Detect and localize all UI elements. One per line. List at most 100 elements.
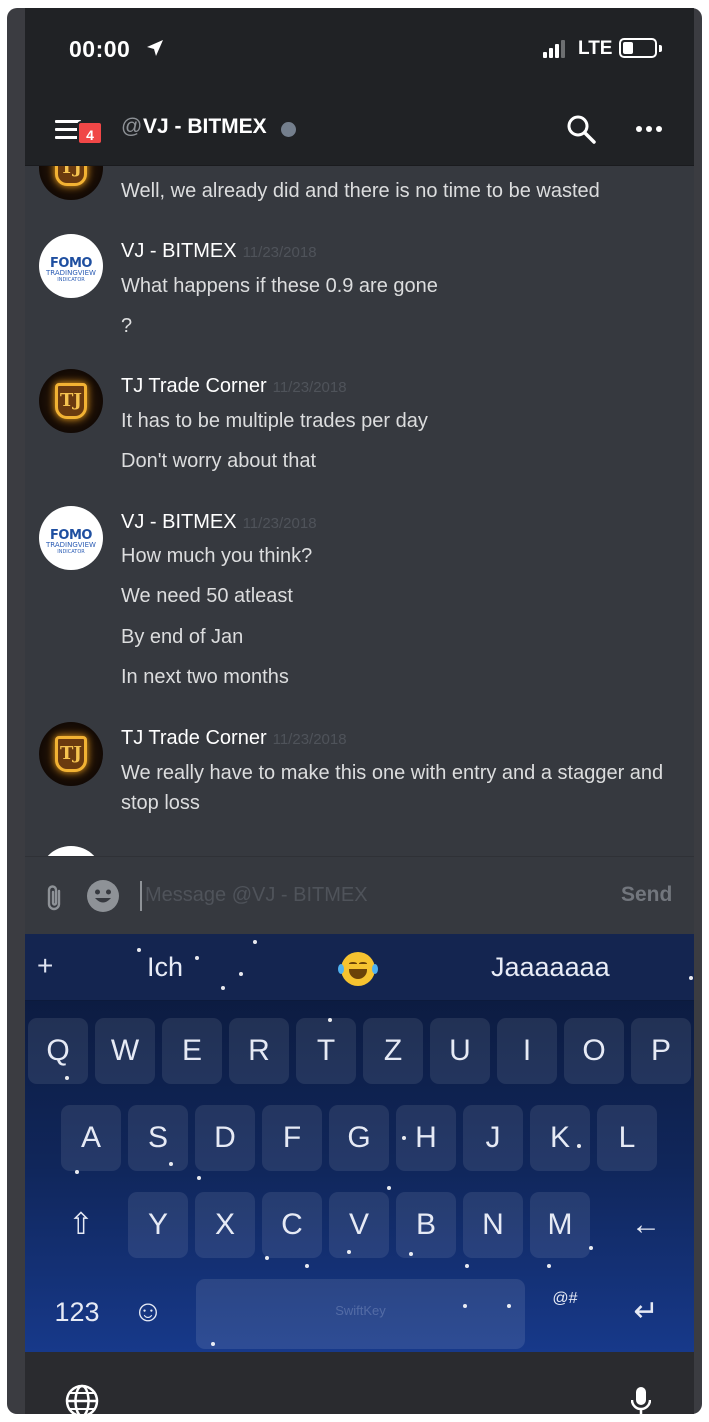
- suggestion-item[interactable]: Ich: [147, 952, 183, 983]
- search-icon[interactable]: [566, 114, 596, 144]
- avatar[interactable]: FOMO TRADINGVIEW INDICATOR: [39, 234, 103, 298]
- keyboard-star: [577, 1144, 581, 1148]
- key-c[interactable]: C: [262, 1192, 322, 1258]
- toolbar-plus-icon[interactable]: +: [37, 950, 53, 982]
- message-text: How much you think?: [121, 545, 313, 567]
- avatar[interactable]: TJ: [39, 369, 103, 433]
- at-symbol: @: [121, 115, 143, 138]
- message-text: Well, we already did and there is no tim…: [121, 180, 600, 202]
- keyboard-bottom-bar: [25, 1352, 694, 1414]
- message-author[interactable]: VJ - BITMEX 11/23/2018: [121, 240, 317, 263]
- keyboard-star: [239, 972, 243, 976]
- key-m[interactable]: M: [530, 1192, 590, 1258]
- message-text: Don't worry about that: [121, 450, 317, 472]
- avatar[interactable]: FOMO TRADINGVIEW INDICATOR: [39, 506, 103, 570]
- key-j[interactable]: J: [463, 1105, 523, 1171]
- channel-header: 4 @ VJ - BITMEX: [25, 94, 694, 166]
- message-text: We need 50 atleast: [121, 585, 293, 607]
- keyboard-star: [197, 1176, 201, 1180]
- shift-key[interactable]: ⇧: [51, 1192, 111, 1258]
- keyboard-star: [169, 1162, 173, 1166]
- enter-key[interactable]: ↵: [616, 1279, 676, 1345]
- microphone-icon[interactable]: [631, 1386, 651, 1414]
- status-time: 00:00: [69, 36, 131, 62]
- keyboard-star: [465, 1264, 469, 1268]
- message-timestamp: 11/23/2018: [242, 515, 317, 532]
- keyboard-star: [221, 986, 225, 990]
- message-timestamp: 11/23/2018: [242, 244, 317, 261]
- key-n[interactable]: N: [463, 1192, 523, 1258]
- dm-channel-name[interactable]: VJ - BITMEX: [143, 115, 267, 139]
- key-a[interactable]: A: [61, 1105, 121, 1171]
- message-author[interactable]: TJ Trade Corner 11/23/2018: [121, 727, 347, 750]
- message-input[interactable]: [145, 877, 615, 913]
- space-bar[interactable]: SwiftKey: [196, 1279, 525, 1349]
- key-u[interactable]: U: [430, 1018, 490, 1084]
- keyboard-star: [402, 1136, 406, 1140]
- more-options-icon[interactable]: [636, 126, 664, 134]
- emoji-picker-icon[interactable]: [86, 879, 120, 913]
- avatar[interactable]: TJ: [39, 166, 103, 200]
- author-name[interactable]: VJ - BITMEX: [121, 240, 237, 262]
- message-text: We really have to make this one with ent…: [121, 762, 664, 814]
- keyboard-star: [253, 940, 257, 944]
- message-author[interactable]: VJ - BITMEX 11/23/2018: [121, 511, 317, 534]
- send-button[interactable]: Send: [621, 883, 672, 907]
- network-type: LTE: [578, 38, 613, 59]
- key-z[interactable]: Z: [363, 1018, 423, 1084]
- tj-logo: TJ: [55, 383, 87, 419]
- attachment-icon[interactable]: [45, 884, 65, 912]
- tears-of-joy-emoji-icon[interactable]: [338, 952, 378, 986]
- avatar[interactable]: [39, 846, 103, 856]
- key-o[interactable]: O: [564, 1018, 624, 1084]
- author-name[interactable]: TJ Trade Corner: [121, 375, 267, 397]
- fomo-logo-caption: INDICATOR: [57, 549, 85, 555]
- key-s[interactable]: S: [128, 1105, 188, 1171]
- key-b[interactable]: B: [396, 1192, 456, 1258]
- key-i[interactable]: I: [497, 1018, 557, 1084]
- emoji-key-icon[interactable]: ☺: [120, 1279, 176, 1345]
- keyboard-star: [347, 1250, 351, 1254]
- suggestion-item[interactable]: Jaaaaaaa: [491, 952, 610, 983]
- message-timestamp: 11/23/2018: [272, 379, 347, 396]
- key-k[interactable]: K: [530, 1105, 590, 1171]
- keyboard-star: [328, 1018, 332, 1022]
- key-e[interactable]: E: [162, 1018, 222, 1084]
- signal-icon: [543, 40, 569, 58]
- key-r[interactable]: R: [229, 1018, 289, 1084]
- author-name[interactable]: VJ - BITMEX: [121, 511, 237, 533]
- key-v[interactable]: V: [329, 1192, 389, 1258]
- key-q[interactable]: Q: [28, 1018, 88, 1084]
- location-arrow-icon: [147, 40, 163, 56]
- key-l[interactable]: L: [597, 1105, 657, 1171]
- fomo-logo-subtext: TRADINGVIEW: [46, 541, 96, 549]
- tj-logo: TJ: [55, 166, 87, 186]
- message-list[interactable]: TJ Well, we already did and there is no …: [25, 166, 694, 856]
- keyboard-star: [75, 1170, 79, 1174]
- key-y[interactable]: Y: [128, 1192, 188, 1258]
- key-f[interactable]: F: [262, 1105, 322, 1171]
- keyboard: + Ich Jaaaaaaa Q W E R T Z U I O P A S D: [25, 934, 694, 1352]
- key-d[interactable]: D: [195, 1105, 255, 1171]
- key-t[interactable]: T: [296, 1018, 356, 1084]
- unread-badge: 4: [77, 121, 103, 145]
- author-name[interactable]: TJ Trade Corner: [121, 727, 267, 749]
- keyboard-star: [507, 1304, 511, 1308]
- keyboard-star: [689, 976, 693, 980]
- keyboard-star: [211, 1342, 215, 1346]
- message-author[interactable]: TJ Trade Corner 11/23/2018: [121, 375, 347, 398]
- numbers-key[interactable]: 123: [45, 1279, 109, 1345]
- backspace-key[interactable]: ←: [616, 1192, 676, 1258]
- avatar[interactable]: TJ: [39, 722, 103, 786]
- fomo-logo-subtext: TRADINGVIEW: [46, 269, 96, 277]
- message-text: ?: [121, 315, 133, 337]
- key-g[interactable]: G: [329, 1105, 389, 1171]
- symbols-key[interactable]: @#: [535, 1279, 595, 1345]
- keyboard-star: [463, 1304, 467, 1308]
- keyboard-star: [65, 1076, 69, 1080]
- globe-icon[interactable]: [65, 1384, 99, 1414]
- key-x[interactable]: X: [195, 1192, 255, 1258]
- key-p[interactable]: P: [631, 1018, 691, 1084]
- key-w[interactable]: W: [95, 1018, 155, 1084]
- keyboard-star: [305, 1264, 309, 1268]
